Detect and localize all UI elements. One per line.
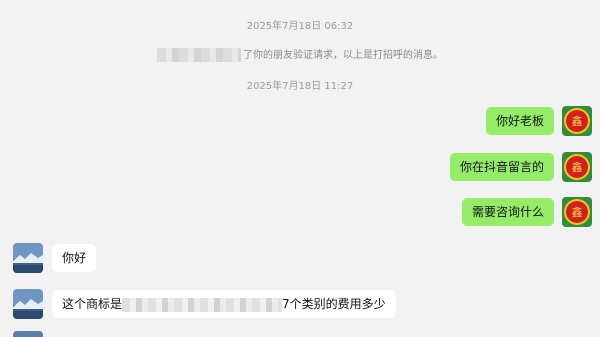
message-text-end: 7个类别的费用多少 <box>282 297 386 311</box>
red-seal-logo-avatar-icon: 鑫 <box>562 152 592 182</box>
message-row: 你在抖音留言的 鑫 <box>0 152 600 188</box>
message-bubble-outgoing[interactable]: 需要咨询什么 <box>461 198 554 226</box>
contact-avatar-partial <box>13 331 43 337</box>
message-text-start: 这个商标是 <box>62 297 123 311</box>
message-bubble-incoming[interactable]: 这个商标是 7个类别的费用多少 <box>52 290 396 318</box>
chat-message-area[interactable]: 2025年7月18日 06:32 了你的朋友验证请求，以上是打招呼的消息。 20… <box>0 0 600 337</box>
contact-avatar[interactable] <box>13 243 43 273</box>
message-bubble-incoming[interactable]: 你好 <box>52 244 97 272</box>
message-row: 需要咨询什么 鑫 <box>0 197 600 233</box>
svg-text:鑫: 鑫 <box>572 114 583 128</box>
landscape-photo-avatar-icon <box>13 243 43 273</box>
svg-text:鑫: 鑫 <box>572 160 583 174</box>
message-bubble-outgoing[interactable]: 你在抖音留言的 <box>449 153 554 181</box>
landscape-photo-avatar-icon <box>13 289 43 319</box>
message-row: 你好老板 鑫 <box>0 106 600 142</box>
system-message: 了你的朋友验证请求，以上是打招呼的消息。 <box>0 46 600 62</box>
timestamp: 2025年7月18日 11:27 <box>246 81 354 92</box>
self-avatar[interactable]: 鑫 <box>562 197 592 227</box>
contact-avatar[interactable] <box>13 289 43 319</box>
redacted-text <box>122 297 283 312</box>
red-seal-logo-avatar-icon: 鑫 <box>562 197 592 227</box>
svg-text:鑫: 鑫 <box>572 205 583 219</box>
redacted-name <box>157 48 241 62</box>
message-bubble-outgoing[interactable]: 你好老板 <box>485 107 554 135</box>
system-message-text: 了你的朋友验证请求，以上是打招呼的消息。 <box>243 50 443 61</box>
self-avatar[interactable]: 鑫 <box>562 152 592 182</box>
red-seal-logo-avatar-icon: 鑫 <box>562 106 592 136</box>
timestamp: 2025年7月18日 06:32 <box>246 21 354 32</box>
self-avatar[interactable]: 鑫 <box>562 106 592 136</box>
message-row: 你好 <box>0 243 600 279</box>
message-row: 这个商标是 7个类别的费用多少 <box>0 289 600 325</box>
